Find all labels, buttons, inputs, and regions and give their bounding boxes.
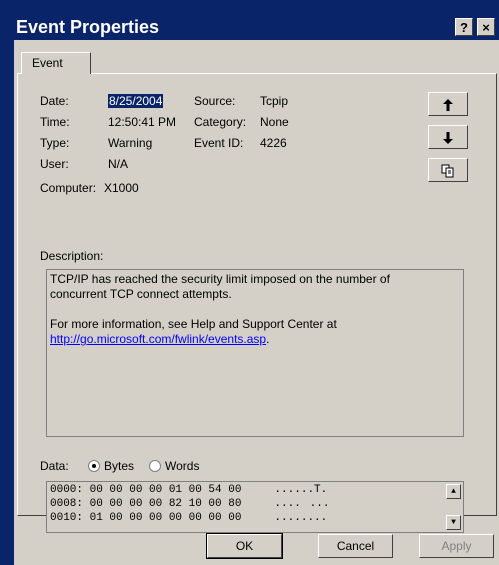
event-properties-window: Event Properties ? × Event Date: Time: T… [0, 0, 499, 565]
bytes-radio-label[interactable]: Bytes [104, 459, 134, 473]
link-suffix: . [266, 332, 270, 346]
computer-label: Computer: [40, 181, 97, 195]
event-id-label: Event ID: [194, 136, 244, 150]
data-row: 0008: 00 00 00 00 82 10 00 80 ....... [50, 498, 330, 510]
source-label: Source: [194, 94, 236, 108]
description-line-2: concurrent TCP connect attempts. [50, 287, 232, 301]
help-button[interactable]: ? [455, 18, 473, 36]
bytes-radio[interactable] [88, 460, 100, 472]
apply-button[interactable]: Apply [419, 534, 494, 558]
copy-button[interactable] [428, 158, 468, 182]
description-label: Description: [40, 249, 104, 263]
description-line-3: For more information, see Help and Suppo… [50, 317, 337, 331]
source-value: Tcpip [260, 94, 289, 108]
date-label: Date: [40, 94, 69, 108]
scroll-down-button[interactable]: ▼ [446, 515, 461, 530]
up-arrow-icon [443, 98, 453, 111]
time-value: 12:50:41 PM [108, 115, 177, 129]
cancel-button[interactable]: Cancel [318, 534, 393, 558]
computer-value: X1000 [104, 181, 139, 195]
event-id-value: 4226 [260, 136, 287, 150]
tab-event-label: Event [32, 56, 63, 70]
down-arrow-icon [443, 131, 453, 144]
window-title: Event Properties [16, 17, 160, 37]
type-value: Warning [108, 136, 153, 150]
words-radio[interactable] [149, 460, 161, 472]
time-label: Time: [40, 115, 70, 129]
description-line-1: TCP/IP has reached the security limit im… [50, 272, 390, 286]
type-label: Type: [40, 136, 70, 150]
previous-event-button[interactable] [428, 92, 468, 116]
user-label: User: [40, 157, 69, 171]
date-value[interactable]: 8/25/2004 [108, 94, 164, 108]
data-row: 0010: 01 00 00 00 00 00 00 00 ........ [50, 512, 328, 524]
category-label: Category: [194, 115, 247, 129]
dialog-client-area: Event Date: Time: Type: User: Computer: … [14, 40, 499, 565]
next-event-button[interactable] [428, 125, 468, 149]
help-link[interactable]: http://go.microsoft.com/fwlink/events.as… [50, 332, 266, 346]
category-value: None [260, 115, 289, 129]
data-box[interactable]: 0000: 00 00 00 00 01 00 54 00 ......T. 0… [46, 481, 464, 533]
ok-button[interactable]: OK [206, 533, 283, 559]
data-scrollbar[interactable]: ▲ ▼ [446, 484, 461, 530]
title-bar[interactable]: Event Properties ? × [0, 0, 499, 40]
words-radio-label[interactable]: Words [165, 459, 199, 473]
event-tab-panel: Date: Time: Type: User: Computer: 8/25/2… [17, 73, 497, 533]
description-box[interactable]: TCP/IP has reached the security limit im… [46, 269, 464, 437]
scroll-up-button[interactable]: ▲ [446, 484, 461, 499]
tab-event[interactable]: Event [21, 52, 91, 74]
data-label: Data: [40, 459, 69, 473]
close-button[interactable]: × [477, 18, 495, 36]
user-value: N/A [108, 157, 129, 171]
data-row: 0000: 00 00 00 00 01 00 54 00 ......T. [50, 484, 328, 496]
copy-icon [441, 164, 454, 178]
